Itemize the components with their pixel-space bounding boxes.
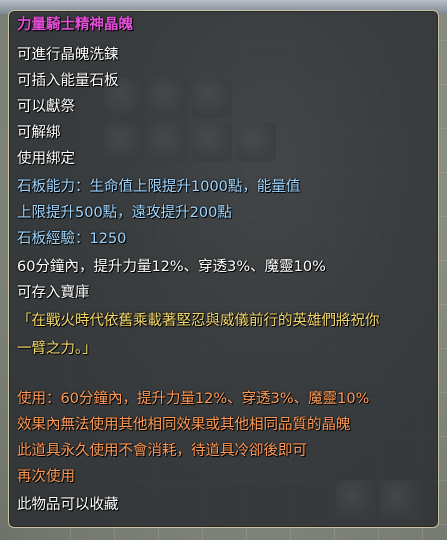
flavor-text-line: 一臂之力。」 (17, 341, 97, 357)
usage-line: 使用：60分鐘內，提升力量12%、穿透3%、魔靈10% (17, 391, 370, 407)
storable-note: 可存入寶庫 (17, 285, 90, 301)
item-property: 可進行晶魄洗鍊 (17, 47, 119, 63)
collectible-note: 此物品可以收藏 (17, 497, 119, 513)
item-property: 可插入能量石板 (17, 73, 119, 89)
flavor-text-line: 「在戰火時代依舊乘載著堅忍與威儀前行的英雄們將祝你 (17, 313, 380, 329)
stone-ability-line: 上限提升500點，遠攻提升200點 (17, 205, 232, 221)
item-property: 可解綁 (17, 125, 61, 141)
item-property: 使用綁定 (17, 151, 75, 167)
usage-line: 效果內無法使用其他相同效果或其他相同品質的晶魄 (17, 417, 351, 433)
item-effect: 60分鐘內，提升力量12%、穿透3%、魔靈10% (17, 259, 326, 275)
usage-line: 再次使用 (17, 469, 75, 485)
item-property: 可以獻祭 (17, 99, 75, 115)
item-tooltip: 力量騎士精神晶魄 可進行晶魄洗鍊 可插入能量石板 可以獻祭 可解綁 使用綁定 石… (8, 10, 439, 528)
usage-line: 此道具永久使用不會消耗，待道具冷卻後即可 (17, 443, 307, 459)
stone-experience: 石板經驗：1250 (17, 231, 127, 247)
item-title: 力量騎士精神晶魄 (17, 17, 133, 33)
stone-ability-line: 石板能力：生命值上限提升1000點，能量值 (17, 179, 301, 195)
